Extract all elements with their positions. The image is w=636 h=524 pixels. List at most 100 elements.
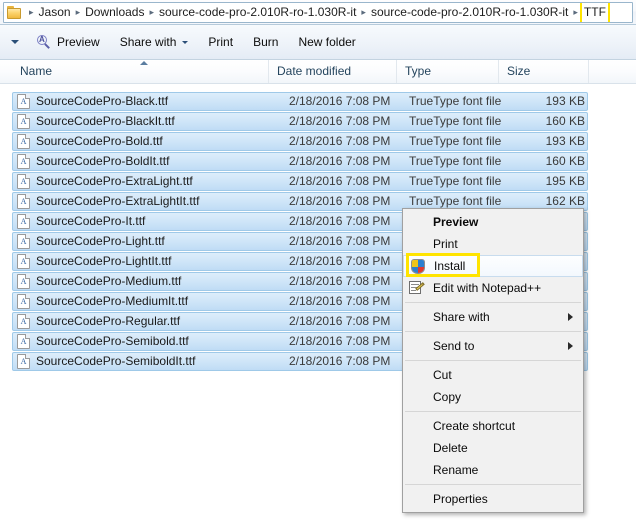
truetype-font-file-icon: A (17, 194, 30, 209)
toolbar-button-label: Share with (119, 35, 177, 49)
context-menu-item-label: Edit with Notepad++ (433, 281, 542, 295)
toolbar-button-preview[interactable]: A Preview (26, 30, 110, 54)
breadcrumb[interactable]: ▸ Jason ▸ Downloads ▸ source-code-pro-2.010R-… (3, 2, 633, 23)
context-menu-item-label: Share with (433, 310, 490, 324)
context-menu-separator (405, 360, 581, 361)
breadcrumb-separator-icon[interactable]: ▸ (359, 4, 368, 21)
toolbar-button-new-folder[interactable]: New folder (288, 30, 365, 54)
file-name-cell[interactable]: A SourceCodePro-Light.ttf (17, 233, 165, 250)
context-menu-item-label: Cut (433, 368, 452, 382)
file-date-cell: 2/18/2016 7:08 PM (289, 214, 391, 228)
file-name-cell[interactable]: A SourceCodePro-BoldIt.ttf (17, 153, 169, 170)
context-menu-item-create-shortcut[interactable]: Create shortcut (403, 415, 583, 437)
context-menu-item-send-to[interactable]: Send to (403, 335, 583, 357)
file-size-cell: 195 KB (545, 174, 585, 188)
context-menu-item-label: Properties (433, 492, 488, 506)
file-name-cell[interactable]: A SourceCodePro-Black.ttf (17, 93, 168, 110)
file-date-cell: 2/18/2016 7:08 PM (289, 294, 391, 308)
context-menu-item-copy[interactable]: Copy (403, 386, 583, 408)
truetype-font-file-icon: A (17, 274, 30, 289)
file-size-cell: 160 KB (545, 154, 585, 168)
context-menu-item-share-with[interactable]: Share with (403, 306, 583, 328)
column-header-size[interactable]: Size (498, 60, 588, 83)
submenu-chevron-right-icon[interactable] (568, 313, 573, 321)
file-name-label: SourceCodePro-Bold.ttf (36, 134, 163, 148)
breadcrumb-separator-icon[interactable]: ▸ (147, 4, 156, 21)
file-name-cell[interactable]: A SourceCodePro-BlackIt.ttf (17, 113, 175, 130)
file-name-cell[interactable]: A SourceCodePro-SemiboldIt.ttf (17, 353, 195, 370)
context-menu-item-print[interactable]: Print (403, 233, 583, 255)
breadcrumb-separator-icon[interactable]: ▸ (571, 4, 580, 21)
truetype-font-file-icon: A (17, 294, 30, 309)
file-name-cell[interactable]: A SourceCodePro-Bold.ttf (17, 133, 163, 150)
context-menu-item-label: Preview (433, 215, 479, 229)
context-menu-item-edit-with-notepad[interactable]: Edit with Notepad++ (403, 277, 583, 299)
file-name-label: SourceCodePro-LightIt.ttf (36, 254, 172, 268)
file-name-cell[interactable]: A SourceCodePro-LightIt.ttf (17, 253, 171, 270)
table-row[interactable]: A SourceCodePro-ExtraLight.ttf 2/18/2016 7… (12, 172, 588, 191)
table-row[interactable]: A SourceCodePro-BlackIt.ttf 2/18/2016 7:08… (12, 112, 588, 131)
context-menu-item-cut[interactable]: Cut (403, 364, 583, 386)
context-menu-item-properties[interactable]: Properties (403, 488, 583, 510)
file-name-cell[interactable]: A SourceCodePro-ExtraLightIt.ttf (17, 193, 199, 210)
column-header-type[interactable]: Type (396, 60, 498, 83)
file-type-cell: TrueType font file (409, 174, 502, 188)
context-menu-item-label: Create shortcut (433, 419, 516, 433)
file-date-cell: 2/18/2016 7:08 PM (289, 114, 391, 128)
file-name-label: SourceCodePro-It.ttf (36, 214, 146, 228)
file-size-cell: 193 KB (545, 94, 585, 108)
table-row[interactable]: A SourceCodePro-Bold.ttf 2/18/2016 7:08 PM… (12, 132, 588, 151)
notepad-plus-plus-icon (409, 280, 425, 296)
context-menu[interactable]: Preview Print Install Edit with Notepad++ Sh… (402, 208, 584, 513)
file-date-cell: 2/18/2016 7:08 PM (289, 154, 391, 168)
submenu-chevron-right-icon[interactable] (568, 342, 573, 350)
file-date-cell: 2/18/2016 7:08 PM (289, 234, 391, 248)
breadcrumb-item-1[interactable]: Downloads (82, 3, 147, 22)
file-name-cell[interactable]: A SourceCodePro-MediumIt.ttf (17, 293, 188, 310)
toolbar-button-print[interactable]: Print (198, 30, 243, 54)
breadcrumb-item-4[interactable]: TTF (579, 3, 610, 22)
file-date-cell: 2/18/2016 7:08 PM (289, 334, 391, 348)
file-name-cell[interactable]: A SourceCodePro-It.ttf (17, 213, 145, 230)
column-header-blank[interactable] (588, 60, 636, 83)
table-row[interactable]: A SourceCodePro-Black.ttf 2/18/2016 7:08 P… (12, 92, 588, 111)
context-menu-item-preview[interactable]: Preview (403, 211, 583, 233)
truetype-font-file-icon: A (17, 114, 30, 129)
file-name-cell[interactable]: A SourceCodePro-Medium.ttf (17, 273, 181, 290)
command-toolbar: A Preview Share with Print Burn New folder (0, 25, 636, 60)
breadcrumb-item-3[interactable]: source-code-pro-2.010R-ro-1.030R-it (368, 3, 571, 22)
file-size-cell: 160 KB (545, 114, 585, 128)
organize-chevron-down-icon[interactable] (4, 30, 26, 54)
file-name-cell[interactable]: A SourceCodePro-ExtraLight.ttf (17, 173, 193, 190)
preview-icon: A (36, 34, 52, 50)
chevron-down-icon[interactable] (182, 40, 189, 44)
truetype-font-file-icon: A (17, 154, 30, 169)
breadcrumb-item-0[interactable]: Jason (36, 3, 74, 22)
context-menu-item-rename[interactable]: Rename (403, 459, 583, 481)
toolbar-button-burn[interactable]: Burn (243, 30, 288, 54)
file-name-label: SourceCodePro-SemiboldIt.ttf (36, 354, 196, 368)
breadcrumb-separator-icon[interactable]: ▸ (74, 4, 83, 21)
truetype-font-file-icon: A (17, 334, 30, 349)
file-name-label: SourceCodePro-Regular.ttf (36, 314, 181, 328)
file-type-cell: TrueType font file (409, 154, 502, 168)
breadcrumb-separator-icon[interactable]: ▸ (27, 4, 36, 21)
truetype-font-file-icon: A (17, 354, 30, 369)
truetype-font-file-icon: A (17, 174, 30, 189)
toolbar-button-share-with[interactable]: Share with (110, 30, 199, 54)
file-name-cell[interactable]: A SourceCodePro-Semibold.ttf (17, 333, 189, 350)
breadcrumb-item-2[interactable]: source-code-pro-2.010R-ro-1.030R-it (156, 3, 359, 22)
file-name-cell[interactable]: A SourceCodePro-Regular.ttf (17, 313, 180, 330)
context-menu-item-install[interactable]: Install (403, 255, 583, 277)
file-name-label: SourceCodePro-BoldIt.ttf (36, 154, 170, 168)
file-date-cell: 2/18/2016 7:08 PM (289, 174, 391, 188)
column-header-date-modified[interactable]: Date modified (268, 60, 396, 83)
context-menu-separator (405, 302, 581, 303)
file-date-cell: 2/18/2016 7:08 PM (289, 274, 391, 288)
file-type-cell: TrueType font file (409, 114, 502, 128)
context-menu-item-delete[interactable]: Delete (403, 437, 583, 459)
truetype-font-file-icon: A (17, 94, 30, 109)
table-row[interactable]: A SourceCodePro-BoldIt.ttf 2/18/2016 7:08 … (12, 152, 588, 171)
address-bar[interactable]: ▸ Jason ▸ Downloads ▸ source-code-pro-2.010R-… (0, 0, 636, 25)
sort-ascending-icon (140, 61, 148, 65)
